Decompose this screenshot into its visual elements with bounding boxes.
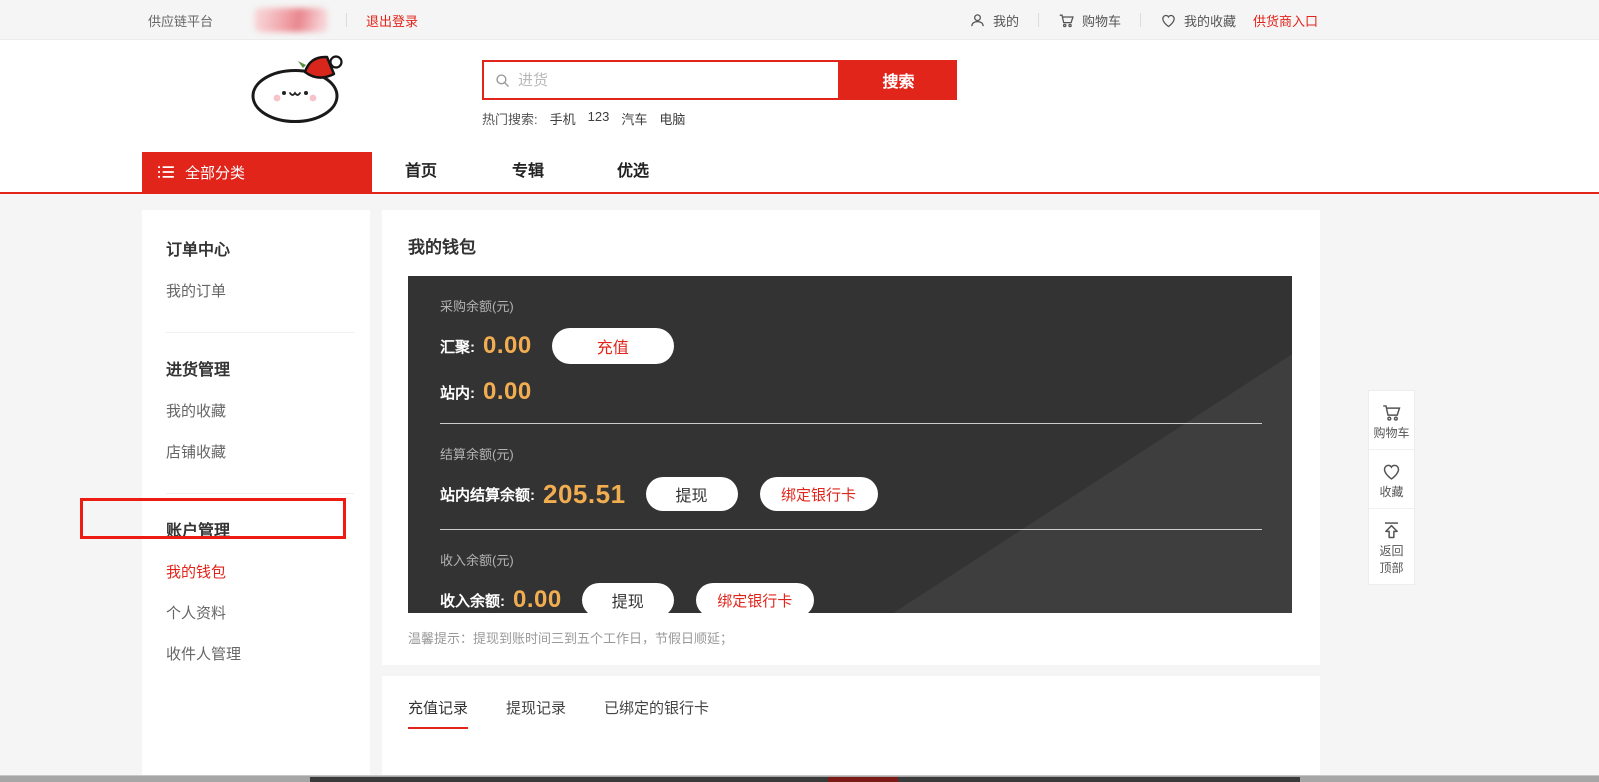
float-favorite-label: 收藏	[1379, 485, 1403, 499]
sidebar-item-profile[interactable]: 个人资料	[166, 602, 346, 623]
favorites-link[interactable]: 我的收藏	[1160, 11, 1236, 30]
wallet-panel: 我的钱包 采购余额(元) 汇聚: 0.00 充值 站内: 0.00 结算余额(元…	[382, 210, 1320, 665]
site-logo[interactable]	[250, 52, 348, 124]
zhannei-label: 站内:	[440, 382, 475, 403]
scrollbar-content-sliver	[310, 777, 1300, 782]
top-bar: 供应链平台 退出登录 我的 购物车 我的收藏 供货商入口	[0, 0, 1599, 40]
sidebar-item-my-wallet[interactable]: 我的钱包	[166, 561, 346, 582]
divider	[1038, 13, 1039, 27]
float-favorite-button[interactable]: 收藏	[1369, 450, 1414, 509]
scrollbar-content-sliver-red	[828, 777, 898, 782]
cart-link[interactable]: 购物车	[1058, 11, 1121, 30]
back-to-top-label-1: 返回	[1379, 544, 1403, 558]
logout-link[interactable]: 退出登录	[366, 11, 418, 30]
sidebar-group-purchase-management: 进货管理	[166, 356, 346, 380]
bind-bank-card-button-settlement[interactable]: 绑定银行卡	[760, 477, 878, 511]
page-title: 我的钱包	[382, 210, 1320, 258]
sidebar-group-order-center: 订单中心	[166, 236, 346, 260]
income-balance-label: 收入余额(元)	[440, 550, 1262, 569]
red-annotation-box	[80, 498, 346, 539]
favorites-label: 我的收藏	[1184, 11, 1236, 30]
float-cart-button[interactable]: 购物车	[1369, 391, 1414, 450]
sidebar-item-shop-favorites[interactable]: 店铺收藏	[166, 441, 346, 462]
huiju-amount: 0.00	[483, 332, 532, 360]
income-amount: 0.00	[513, 586, 562, 613]
category-list-icon	[157, 165, 175, 179]
nav-album[interactable]: 专辑	[512, 152, 544, 192]
mascot-logo-graphic	[250, 52, 348, 124]
sidebar-divider	[166, 332, 354, 333]
settlement-row-label: 站内结算余额:	[440, 484, 535, 505]
account-sidebar: 订单中心 我的订单 进货管理 我的收藏 店铺收藏 账户管理 我的钱包 个人资料 …	[142, 210, 370, 775]
tab-bound-bank-cards[interactable]: 已绑定的银行卡	[604, 697, 709, 729]
sidebar-item-my-orders[interactable]: 我的订单	[166, 280, 346, 301]
recharge-button[interactable]: 充值	[552, 328, 674, 364]
heart-icon	[1381, 461, 1402, 482]
nav-premium[interactable]: 优选	[617, 152, 649, 192]
hot-search-label: 热门搜索:	[482, 109, 538, 128]
card-divider	[440, 529, 1262, 530]
cart-icon	[1058, 12, 1075, 29]
huiju-label: 汇聚:	[440, 336, 475, 357]
supplier-entry-link[interactable]: 供货商入口	[1253, 11, 1318, 30]
back-to-top-label-2: 顶部	[1379, 561, 1403, 575]
heart-icon	[1160, 12, 1177, 29]
tab-recharge-records[interactable]: 充值记录	[408, 697, 468, 729]
nav-home[interactable]: 首页	[405, 152, 437, 192]
username-redacted[interactable]	[255, 8, 327, 32]
all-categories-label: 全部分类	[185, 162, 245, 183]
purchase-balance-label: 采购余额(元)	[440, 296, 1262, 315]
float-cart-label: 购物车	[1373, 426, 1409, 440]
search-bar: 搜索	[482, 60, 957, 100]
withdraw-button-settlement[interactable]: 提现	[646, 477, 738, 511]
divider	[1140, 13, 1141, 27]
withdraw-tip-text: 温馨提示：提现到账时间三到五个工作日，节假日顺延；	[408, 628, 733, 647]
platform-label: 供应链平台	[148, 11, 213, 30]
settlement-amount: 205.51	[543, 479, 626, 510]
top-bar-left: 供应链平台 退出登录	[148, 0, 418, 40]
all-categories-button[interactable]: 全部分类	[142, 152, 372, 192]
top-bar-right: 我的 购物车 我的收藏 供货商入口	[969, 0, 1318, 40]
back-to-top-icon	[1381, 520, 1402, 541]
sidebar-item-recipient-management[interactable]: 收件人管理	[166, 643, 346, 664]
hot-search-item[interactable]: 汽车	[621, 109, 647, 128]
sidebar-divider	[166, 493, 354, 494]
search-icon	[494, 72, 511, 89]
horizontal-scrollbar[interactable]	[0, 775, 1599, 782]
zhannei-amount: 0.00	[483, 378, 532, 406]
records-tabs: 充值记录 提现记录 已绑定的银行卡	[382, 676, 1320, 729]
my-account-link[interactable]: 我的	[969, 11, 1019, 30]
back-to-top-button[interactable]: 返回 顶部	[1369, 509, 1414, 584]
hot-search-item[interactable]: 手机	[550, 109, 576, 128]
search-button[interactable]: 搜索	[840, 60, 957, 100]
settlement-balance-label: 结算余额(元)	[440, 444, 1262, 463]
withdraw-button-income[interactable]: 提现	[582, 583, 674, 613]
floating-toolbar: 购物车 收藏 返回 顶部	[1368, 390, 1415, 585]
bind-bank-card-button-income[interactable]: 绑定银行卡	[696, 583, 814, 613]
search-box	[482, 60, 840, 100]
person-icon	[969, 12, 986, 29]
cart-label: 购物车	[1082, 11, 1121, 30]
wallet-balance-card: 采购余额(元) 汇聚: 0.00 充值 站内: 0.00 结算余额(元) 站内结…	[408, 276, 1292, 613]
sidebar-item-my-favorites[interactable]: 我的收藏	[166, 400, 346, 421]
card-divider	[440, 423, 1262, 424]
wallet-page: 供应链平台 退出登录 我的 购物车 我的收藏 供货商入口	[0, 0, 1599, 782]
hot-search-row: 热门搜索: 手机 123 汽车 电脑	[482, 109, 685, 128]
cart-icon	[1381, 402, 1402, 423]
hot-search-item[interactable]: 电脑	[659, 109, 685, 128]
my-account-label: 我的	[993, 11, 1019, 30]
income-row-label: 收入余额:	[440, 590, 505, 611]
tab-withdraw-records[interactable]: 提现记录	[506, 697, 566, 729]
divider	[346, 13, 347, 27]
search-input[interactable]	[484, 62, 838, 98]
hot-search-item[interactable]: 123	[588, 109, 610, 128]
records-panel: 充值记录 提现记录 已绑定的银行卡	[382, 676, 1320, 775]
